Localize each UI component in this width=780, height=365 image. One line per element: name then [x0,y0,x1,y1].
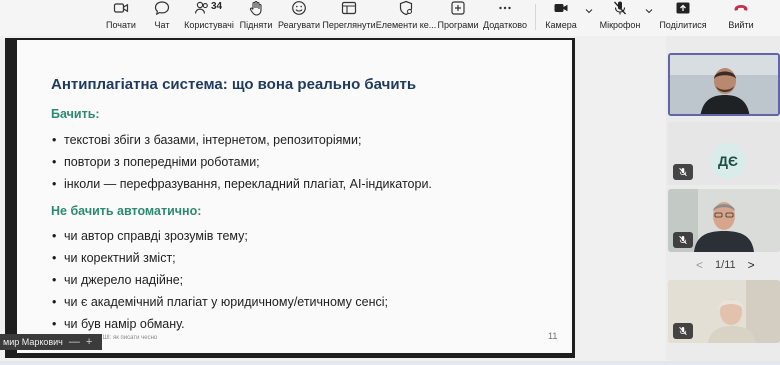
chevron-right-icon[interactable]: > [748,258,755,272]
apps-label: Програми [437,20,479,30]
list-item: чи джерело надійне; [52,273,183,287]
shared-content-area: Антиплагіатна система: що вона реально б… [0,36,666,365]
section-heading-sees: Бачить: [51,107,100,121]
start-button[interactable]: Почати [106,0,136,36]
slide: Антиплагіатна система: що вона реально б… [17,40,572,353]
muted-badge [673,232,693,248]
toolbar-divider [535,4,536,30]
share-label: Поділитися [659,20,707,30]
controls-button[interactable]: Елементи ке... [376,0,436,36]
list-item: чи коректний зміст; [52,251,176,265]
participants-button[interactable]: Користувачі [184,0,234,36]
list-item: чи автор справді зрозумів тему; [52,229,248,243]
camera-label: Камера [545,20,577,30]
leave-label: Вийти [728,20,754,30]
camera-icon [554,4,568,12]
minimize-icon[interactable]: — [69,336,80,348]
participants-label: Користувачі [184,20,234,30]
slide-page-number: 11 [548,331,558,341]
meeting-toolbar: Почати Чат Користувачі 34 Підняти Реагув… [0,0,780,36]
share-button[interactable]: Поділитися [659,0,707,36]
more-label: Додатково [483,20,527,30]
controls-label: Елементи ке... [375,20,437,30]
share-icon [676,2,690,14]
camera-button[interactable]: Камера [545,0,577,36]
smiley-icon [292,1,306,15]
taskbar-edge [0,361,780,365]
chevron-down-icon[interactable] [584,6,594,16]
start-label: Почати [106,20,136,30]
presenter-name: мир Маркович [3,337,63,347]
participant-video-tile[interactable] [668,189,780,252]
participants-count: 34 [211,1,223,12]
view-label: Переглянути [322,20,376,30]
raise-hand-icon [249,0,262,16]
section-heading-not-sees: Не бачить автоматично: [51,204,202,218]
chat-button[interactable]: Чат [152,0,172,36]
mic-off-icon [679,326,687,336]
list-item: повтори з попередніми роботами; [52,155,260,169]
view-layout-icon [341,1,357,15]
chevron-left-icon[interactable]: < [696,258,703,272]
apps-button[interactable]: Програми [437,0,479,36]
list-item: текстові збіги з базами, інтернетом, реп… [52,133,361,147]
mic-off-icon [679,167,687,177]
list-item: інколи — перефразування, перекладний пла… [52,177,432,191]
microphone-button[interactable]: Мікрофон [599,0,641,36]
microphone-label: Мікрофон [599,20,641,30]
more-button[interactable]: Додатково [483,0,527,36]
pager-label: 1/11 [715,259,736,271]
video-camera-outline-icon [113,3,129,13]
participant-video-tile[interactable] [668,280,780,343]
participant-rail: ДЄ < 1/11 > [666,36,780,365]
hang-up-icon [734,5,748,11]
presenter-name-tag: мир Маркович — + [0,334,102,350]
leave-button[interactable]: Вийти [726,0,756,36]
more-icon [499,6,511,10]
mic-off-icon [614,1,626,15]
slide-frame: Антиплагіатна система: що вона реально б… [5,38,575,358]
participant-video-tile[interactable] [668,53,780,116]
react-label: Реагувати [277,20,321,30]
muted-badge [673,323,693,339]
muted-badge [673,164,693,180]
raise-hand-label: Підняти [239,20,273,30]
chat-bubble-icon [154,1,170,16]
raise-hand-button[interactable]: Підняти [239,0,273,36]
slide-title: Антиплагіатна система: що вона реально б… [51,76,417,93]
participant-video [670,55,778,114]
list-item: чи є академічний плагіат у юридичному/ет… [52,295,388,309]
apps-plus-icon [451,1,465,15]
shield-settings-icon [399,0,413,16]
chevron-down-icon[interactable] [644,6,654,16]
view-button[interactable]: Переглянути [322,0,376,36]
chat-label: Чат [154,20,170,30]
participant-tile[interactable]: ДЄ [668,122,780,185]
participant-pager: < 1/11 > [696,258,755,272]
react-button[interactable]: Реагувати [277,0,321,36]
people-icon [194,1,208,14]
avatar: ДЄ [710,143,746,179]
mic-off-icon [679,235,687,245]
list-item: чи був намір обману. [52,317,185,331]
expand-icon[interactable]: + [86,336,92,348]
